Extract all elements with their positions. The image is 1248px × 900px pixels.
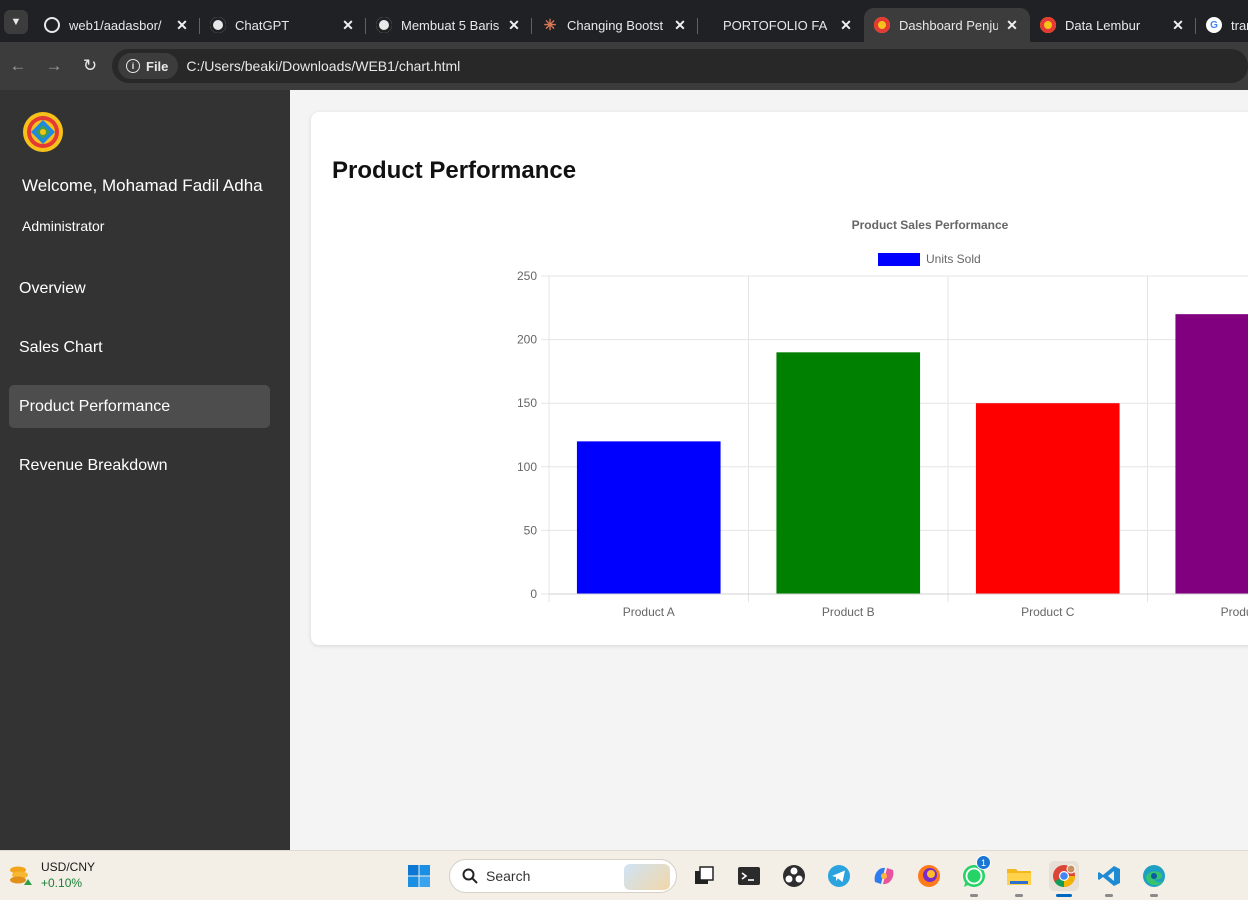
running-indicator bbox=[1056, 894, 1072, 897]
browser-tab[interactable]: Membuat 5 Baris ✕ bbox=[366, 8, 532, 42]
bar-product-a[interactable] bbox=[576, 441, 721, 594]
tab-title: Data Lembur bbox=[1065, 17, 1141, 33]
sidebar-menu: Overview Sales Chart Product Performance Re… bbox=[9, 267, 270, 503]
tab-title: Membuat 5 Baris bbox=[401, 17, 500, 33]
back-icon[interactable]: ← bbox=[0, 48, 36, 84]
vscode-icon[interactable] bbox=[1094, 861, 1124, 897]
bar-product-b[interactable] bbox=[776, 352, 921, 594]
bar-product-c[interactable] bbox=[975, 403, 1120, 594]
tab-title: tran bbox=[1231, 17, 1248, 33]
tab-title: ChatGPT bbox=[235, 17, 290, 33]
app-logo-icon bbox=[23, 112, 63, 152]
whatsapp-icon[interactable]: 1 bbox=[959, 855, 991, 897]
site-info-chip[interactable]: i File bbox=[118, 53, 179, 79]
legend-label: Units Sold bbox=[926, 252, 981, 266]
start-icon[interactable] bbox=[404, 861, 434, 891]
widget-name: USD/CNY bbox=[41, 860, 96, 874]
sidebar-item-overview[interactable]: Overview bbox=[9, 267, 270, 310]
content-card: Product Performance Product Sales Perfor… bbox=[311, 112, 1248, 645]
forward-icon[interactable]: → bbox=[36, 48, 72, 84]
browser-tab-strip: ▼ web1/aadasbor/✕ ChatGPT ✕ Membuat 5 Baris… bbox=[0, 0, 1248, 42]
running-indicator bbox=[1150, 894, 1158, 897]
taskbar: USD/CNY +0.10% Search 1 bbox=[0, 850, 1248, 900]
close-tab-icon[interactable]: ✕ bbox=[838, 17, 854, 34]
search-placeholder: Search bbox=[486, 868, 531, 884]
sidebar: Welcome, Mohamad Fadil Adha Administrato… bbox=[0, 90, 290, 850]
tab-title: PORTOFOLIO FA bbox=[723, 17, 828, 33]
x-tick-label: Product D bbox=[1221, 605, 1248, 619]
obs-icon[interactable] bbox=[779, 861, 809, 891]
google-icon: G bbox=[1206, 17, 1222, 33]
close-tab-icon[interactable]: ✕ bbox=[672, 17, 688, 34]
reload-icon[interactable]: ↻ bbox=[72, 48, 108, 84]
address-bar[interactable]: i File C:/Users/beaki/Downloads/WEB1/cha… bbox=[112, 49, 1248, 83]
search-highlight-image bbox=[624, 864, 670, 890]
product-sales-chart: Product Sales Performance Units Sold 0 50 10… bbox=[517, 218, 1248, 619]
telegram-icon[interactable] bbox=[824, 861, 854, 891]
browser-tab[interactable]: Gtran bbox=[1196, 8, 1248, 42]
blank-favicon-icon bbox=[708, 17, 714, 33]
chart-title: Product Sales Performance bbox=[852, 218, 1009, 232]
browser-tab[interactable]: ChatGPT ✕ bbox=[200, 8, 366, 42]
edge-icon[interactable] bbox=[1139, 861, 1169, 897]
currency-widget[interactable]: USD/CNY +0.10% bbox=[8, 859, 95, 891]
browser-tab[interactable]: web1/aadasbor/ ✕ bbox=[34, 8, 200, 42]
legend-swatch bbox=[878, 253, 920, 266]
logo-icon bbox=[874, 17, 890, 33]
running-indicator bbox=[970, 894, 978, 897]
terminal-icon[interactable] bbox=[734, 861, 764, 891]
x-tick-label: Product A bbox=[623, 605, 675, 619]
browser-tab[interactable]: ✳ Changing Bootst ✕ bbox=[532, 8, 698, 42]
task-view-icon[interactable] bbox=[689, 861, 719, 891]
widget-change: +0.10% bbox=[41, 876, 83, 890]
browser-toolbar: ← → ↻ i File C:/Users/beaki/Downloads/WE… bbox=[0, 42, 1248, 90]
tab-title: web1/aadasbor/ bbox=[69, 17, 162, 33]
close-tab-icon[interactable]: ✕ bbox=[1004, 17, 1020, 34]
tab-search-icon[interactable]: ▼ bbox=[4, 10, 28, 34]
logo-icon bbox=[1040, 17, 1056, 33]
x-tick-label: Product B bbox=[822, 605, 875, 619]
y-tick-label: 100 bbox=[517, 460, 537, 474]
y-tick-label: 250 bbox=[517, 269, 537, 283]
user-role: Administrator bbox=[22, 218, 105, 234]
chrome-icon[interactable] bbox=[1049, 861, 1079, 897]
file-explorer-icon[interactable] bbox=[1004, 861, 1034, 897]
sidebar-item-sales-chart[interactable]: Sales Chart bbox=[9, 326, 270, 369]
browser-tab[interactable]: Dashboard Penju ✕ bbox=[864, 8, 1030, 42]
bar-product-d[interactable] bbox=[1175, 314, 1248, 594]
search-icon bbox=[462, 868, 478, 884]
close-tab-icon[interactable]: ✕ bbox=[340, 17, 356, 34]
y-tick-label: 50 bbox=[524, 523, 538, 537]
sidebar-item-revenue-breakdown[interactable]: Revenue Breakdown bbox=[9, 444, 270, 487]
y-tick-label: 200 bbox=[517, 333, 537, 347]
close-tab-icon[interactable]: ✕ bbox=[506, 17, 522, 34]
y-tick-label: 0 bbox=[530, 587, 537, 601]
close-tab-icon[interactable]: ✕ bbox=[1170, 17, 1186, 34]
tab-title: Dashboard Penju bbox=[899, 17, 998, 33]
close-tab-icon[interactable]: ✕ bbox=[174, 17, 190, 34]
chatgpt-icon bbox=[210, 17, 226, 33]
notification-badge: 1 bbox=[976, 855, 991, 870]
running-indicator bbox=[1015, 894, 1023, 897]
browser-tab[interactable]: PORTOFOLIO FA ✕ bbox=[698, 8, 864, 42]
site-info-label: File bbox=[146, 58, 169, 74]
url-text[interactable]: C:/Users/beaki/Downloads/WEB1/chart.html bbox=[186, 58, 460, 74]
welcome-text: Welcome, Mohamad Fadil Adha bbox=[22, 176, 263, 195]
sidebar-item-product-performance[interactable]: Product Performance bbox=[9, 385, 270, 428]
tab-title: Changing Bootst bbox=[567, 17, 664, 33]
y-tick-label: 150 bbox=[517, 396, 537, 410]
x-tick-label: Product C bbox=[1021, 605, 1075, 619]
currency-icon bbox=[8, 863, 32, 887]
firefox-icon[interactable] bbox=[914, 861, 944, 891]
info-icon: i bbox=[126, 59, 140, 73]
taskbar-search[interactable]: Search bbox=[449, 859, 677, 893]
chatgpt-icon bbox=[376, 17, 392, 33]
copilot-icon[interactable] bbox=[869, 861, 899, 891]
claude-icon: ✳ bbox=[543, 17, 557, 34]
github-icon bbox=[44, 17, 60, 33]
browser-tab[interactable]: Data Lembur ✕ bbox=[1030, 8, 1196, 42]
running-indicator bbox=[1105, 894, 1113, 897]
